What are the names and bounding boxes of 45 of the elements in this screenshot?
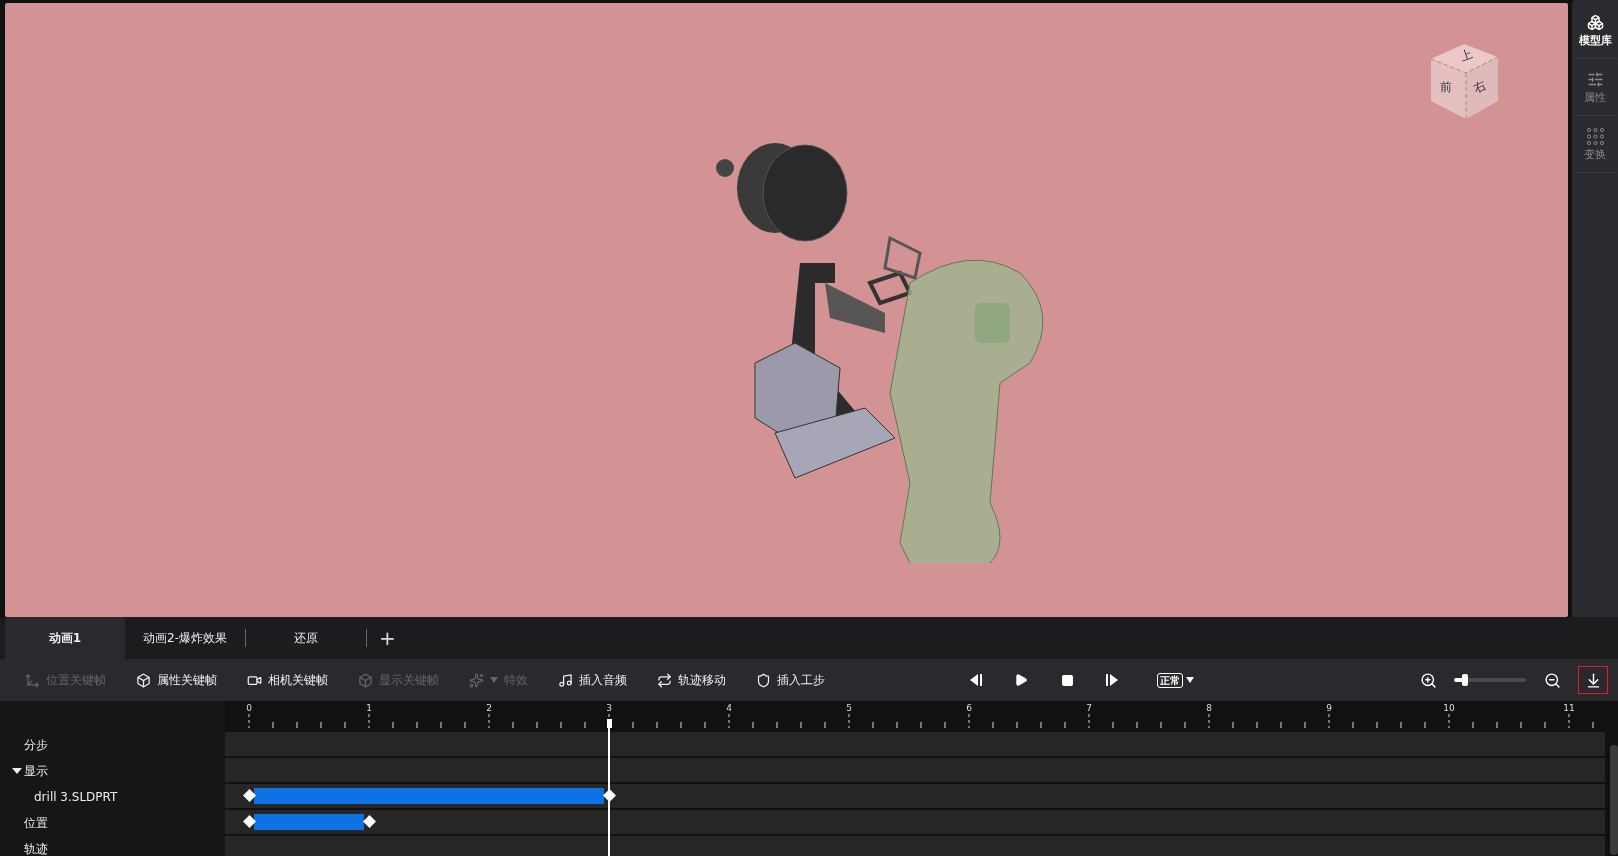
3d-viewport[interactable]: 上 前 右 [5,3,1568,617]
shield-icon [756,672,771,688]
toolbar-button[interactable]: 插入音频 [558,671,627,689]
stop-icon [1060,673,1074,687]
slider-thumb[interactable] [1461,674,1468,686]
track-label: 轨迹 [24,840,48,856]
caret-icon [490,677,498,683]
keyframe-diamond[interactable] [603,789,616,802]
animation-tab[interactable]: 动画1 [5,617,125,659]
sidebar-item[interactable]: 属性 [1573,69,1617,116]
view-cube[interactable]: 上 前 右 [1426,39,1506,129]
play-icon [1014,673,1028,687]
cube-icon [136,672,151,688]
cubes-icon [1586,14,1604,31]
track-label: 显示 [24,762,48,780]
collapse-triangle-icon[interactable] [12,767,22,775]
sparkle-icon [469,672,484,688]
toolbar-button[interactable]: 属性关键帧 [136,671,217,689]
keyframe-diamond[interactable] [243,789,256,802]
toolbar-button[interactable]: 插入工步 [756,671,825,689]
zoom-out-button[interactable] [1542,670,1562,690]
zoom-in-icon [1419,671,1437,689]
cube-icon [358,672,373,688]
sliders-icon [1586,71,1604,88]
keyframe-diamond[interactable] [363,815,376,828]
zoom-out-icon [1543,671,1561,689]
keyframe-diamond[interactable] [243,815,256,828]
toolbar-button[interactable]: 轨迹移动 [657,671,726,689]
add-tab-button[interactable]: + [367,626,408,650]
loop-arrows-icon [657,672,672,688]
track-label: 位置 [24,814,48,832]
sidebar-item[interactable]: 模型库 [1573,12,1617,59]
animation-tab[interactable]: 还原 [246,617,366,659]
caret-icon [1186,677,1194,683]
track-label: drill 3.SLDPRT [34,790,118,804]
dots-grid-icon [1586,128,1604,145]
zoom-in-button[interactable] [1418,670,1438,690]
animation-tab[interactable]: 动画2-爆炸效果 [125,617,245,659]
track-label: 分步 [24,736,48,754]
sidebar-item[interactable]: 变换 [1573,126,1617,173]
download-button[interactable] [1578,666,1608,694]
scrollbar[interactable] [1610,745,1618,855]
music-icon [558,672,573,688]
axes-icon [25,672,40,688]
toolbar-button[interactable]: 相机关键帧 [247,671,328,689]
